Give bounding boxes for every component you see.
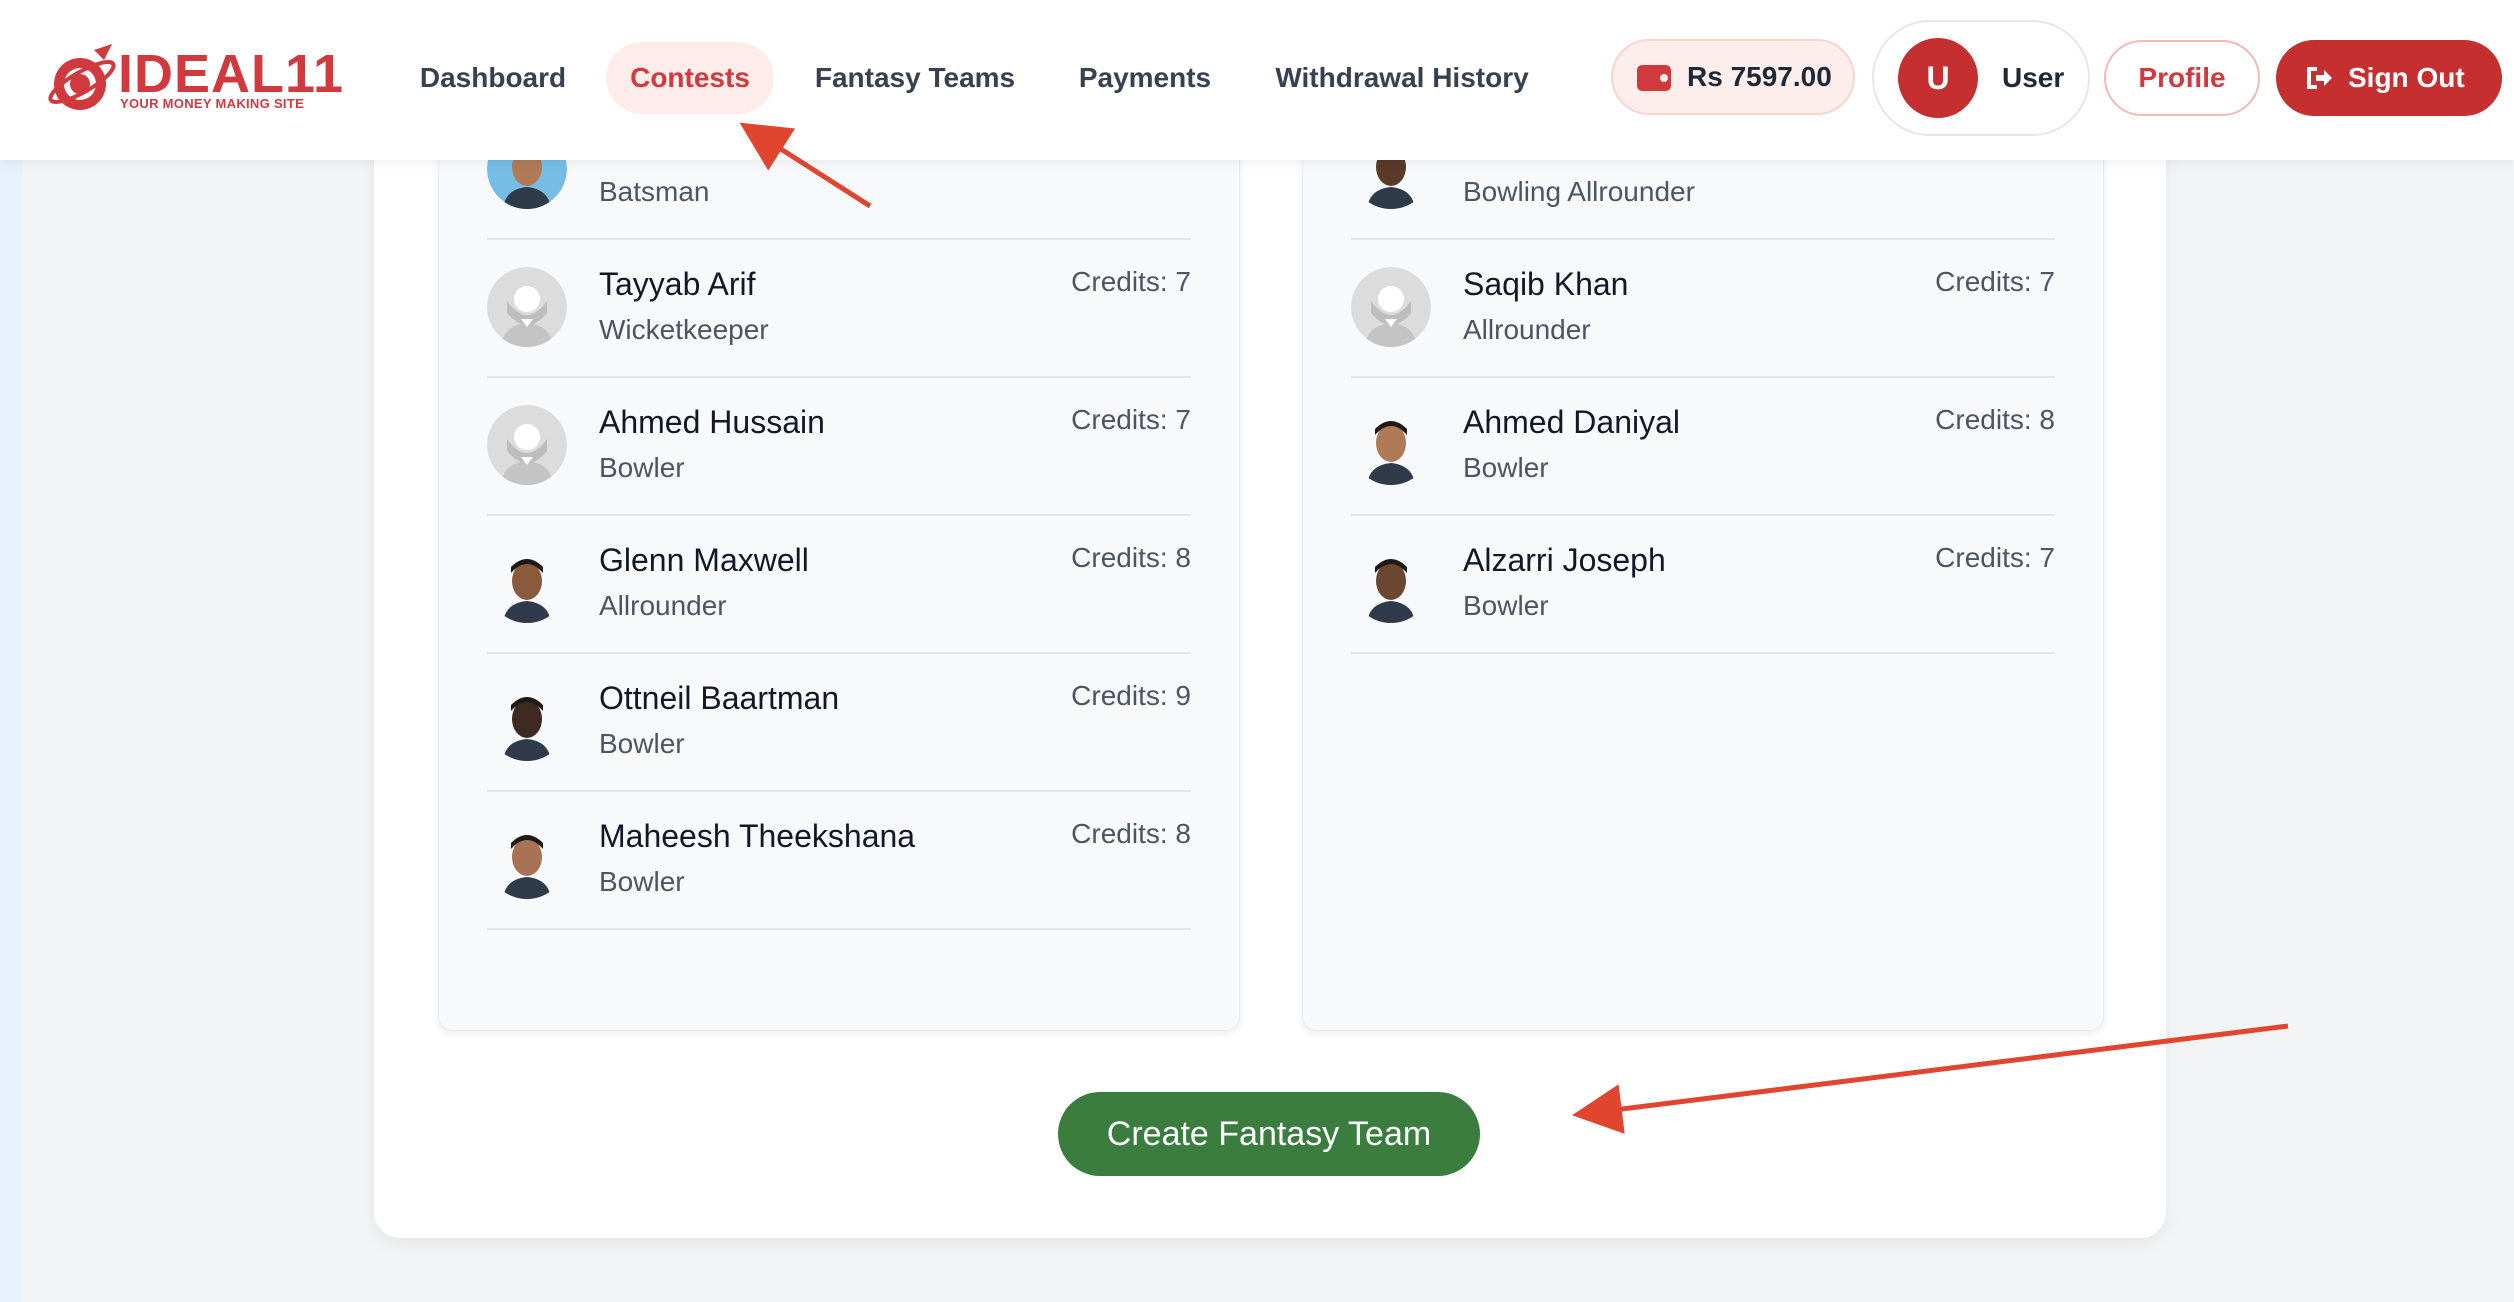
player-placeholder-avatar	[487, 267, 567, 347]
player-row: Ahmed Daniyal Bowler Credits: 8	[1351, 376, 2055, 516]
top-navbar: IDEAL11 YOUR MONEY MAKING SITE Dashboard…	[0, 0, 2514, 160]
player-name: Saqib Khan	[1463, 266, 1629, 302]
player-name: Tayyab Arif	[599, 266, 756, 302]
player-row: Maheesh Theekshana Bowler Credits: 8	[487, 790, 1191, 930]
nav-withdrawal-history[interactable]: Withdrawal History	[1260, 42, 1544, 114]
player-credits: Credits: 7	[1935, 266, 2055, 297]
nav-payments[interactable]: Payments	[1060, 42, 1230, 114]
player-role: Bowler	[1463, 590, 1549, 621]
sign-out-button[interactable]: Sign Out	[2276, 40, 2502, 116]
player-row: Saqib Khan Allrounder Credits: 7	[1351, 238, 2055, 378]
sign-out-icon	[2307, 67, 2332, 89]
player-role: Wicketkeeper	[599, 314, 769, 345]
player-photo	[487, 543, 567, 623]
player-name: Ahmed Hussain	[599, 404, 825, 440]
player-role: Allrounder	[599, 590, 727, 621]
player-name: Alzarri Joseph	[1463, 542, 1666, 578]
player-credits: Credits: 8	[1071, 818, 1191, 849]
wallet-balance[interactable]: Rs 7597.00	[1611, 39, 1855, 115]
brand-name: IDEAL11	[118, 44, 345, 104]
player-role: Bowler	[599, 866, 685, 897]
player-row: Ahmed Hussain Bowler Credits: 7	[487, 376, 1191, 516]
player-name: Ottneil Baartman	[599, 680, 840, 716]
player-role: Batsman	[599, 176, 710, 207]
player-name: Ahmed Daniyal	[1463, 404, 1680, 440]
left-edge-strip	[0, 0, 22, 1302]
brand-logo[interactable]: IDEAL11 YOUR MONEY MAKING SITE	[42, 40, 343, 120]
wallet-icon	[1637, 65, 1671, 91]
create-fantasy-team-button[interactable]: Create Fantasy Team	[1058, 1092, 1480, 1176]
avatar: U	[1898, 38, 1978, 118]
player-role: Bowler	[599, 728, 685, 759]
profile-button[interactable]: Profile	[2104, 40, 2260, 116]
player-photo	[1351, 543, 1431, 623]
player-row: Glenn Maxwell Allrounder Credits: 8	[487, 514, 1191, 654]
player-placeholder-avatar	[1351, 267, 1431, 347]
player-row: Ottneil Baartman Bowler Credits: 9	[487, 652, 1191, 792]
nav-dashboard[interactable]: Dashboard	[398, 42, 588, 114]
player-credits: Credits: 7	[1935, 542, 2055, 573]
player-photo	[487, 681, 567, 761]
player-role: Allrounder	[1463, 314, 1591, 345]
player-credits: Credits: 8	[1071, 542, 1191, 573]
player-role: Bowler	[1463, 452, 1549, 483]
user-menu[interactable]: U User	[1872, 20, 2090, 136]
logo-mark-icon	[48, 44, 116, 110]
sign-out-label: Sign Out	[2348, 62, 2465, 93]
brand-tagline: YOUR MONEY MAKING SITE	[120, 96, 305, 111]
team-a-panel: Saad AliBatsmanCredits: 9Tayyab ArifWick…	[438, 100, 1240, 1031]
nav-contests[interactable]: Contests	[606, 42, 774, 114]
team-b-panel: Tom CurranBowling AllrounderCredits: 8Sa…	[1302, 100, 2104, 1031]
nav-fantasy-teams[interactable]: Fantasy Teams	[800, 42, 1030, 114]
user-name: User	[2002, 62, 2065, 93]
player-row: Tayyab Arif Wicketkeeper Credits: 7	[487, 238, 1191, 378]
wallet-amount: Rs 7597.00	[1687, 61, 1832, 92]
player-placeholder-avatar	[487, 405, 567, 485]
player-credits: Credits: 9	[1071, 680, 1191, 711]
player-name: Maheesh Theekshana	[599, 818, 916, 854]
player-name: Glenn Maxwell	[599, 542, 809, 578]
player-credits: Credits: 8	[1935, 404, 2055, 435]
player-credits: Credits: 7	[1071, 266, 1191, 297]
player-credits: Credits: 7	[1071, 404, 1191, 435]
player-photo	[487, 819, 567, 899]
player-row: Alzarri Joseph Bowler Credits: 7	[1351, 514, 2055, 654]
player-role: Bowler	[599, 452, 685, 483]
player-role: Bowling Allrounder	[1463, 176, 1695, 207]
player-photo	[1351, 405, 1431, 485]
